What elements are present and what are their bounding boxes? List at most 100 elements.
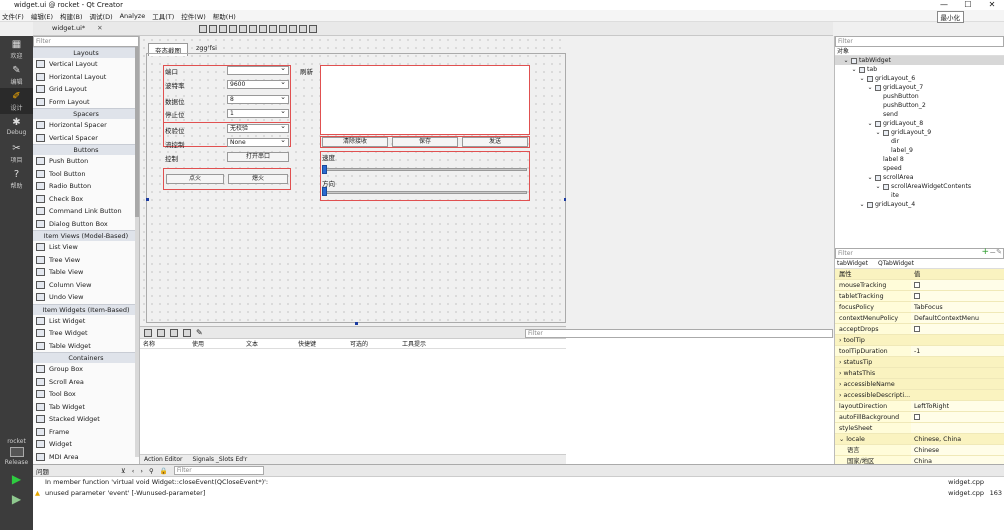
property-value[interactable]: Chinese <box>911 445 1004 455</box>
widget-category[interactable]: Containers <box>33 352 139 363</box>
speed-slider-handle[interactable] <box>322 165 327 174</box>
property-value[interactable]: DefaultContextMenu <box>911 313 1004 323</box>
menu-build[interactable]: 构建(B) <box>60 11 83 21</box>
widget-item[interactable]: Horizontal Layout <box>33 71 139 84</box>
widget-category[interactable]: Buttons <box>33 144 139 155</box>
parity-combo[interactable]: 无校验 <box>227 123 289 133</box>
adjust-size-icon[interactable] <box>309 24 317 33</box>
flow-combo[interactable]: None <box>227 137 289 147</box>
mode-design[interactable]: ✐ 设计 <box>0 88 33 114</box>
property-row[interactable]: autoFillBackground <box>835 412 1004 423</box>
widget-item[interactable]: Undo View <box>33 291 139 304</box>
object-tree-item[interactable]: ite <box>835 191 1004 200</box>
menu-debug[interactable]: 调试(D) <box>90 11 113 21</box>
add-property-icon[interactable]: + <box>981 248 989 257</box>
new-action-icon[interactable] <box>144 328 152 337</box>
property-value[interactable] <box>911 423 1004 433</box>
widget-item[interactable]: Table View <box>33 266 139 279</box>
save-button[interactable]: 保存 <box>392 137 458 147</box>
expand-arrow-icon[interactable]: ⌄ <box>859 200 865 209</box>
col-tooltip[interactable]: 工具提示 <box>402 339 462 348</box>
menu-edit[interactable]: 编辑(E) <box>31 11 53 21</box>
property-row[interactable]: toolTipDuration -1 <box>835 346 1004 357</box>
property-value[interactable] <box>911 368 1004 378</box>
send-button[interactable]: 发送 <box>462 137 528 147</box>
widget-item[interactable]: Vertical Layout <box>33 58 139 71</box>
minimize-button[interactable]: — <box>932 0 956 10</box>
open-port-button[interactable]: 打开串口 <box>227 152 289 162</box>
prev-issue-icon[interactable]: ‹ <box>132 467 135 475</box>
col-text[interactable]: 文本 <box>246 339 298 348</box>
expand-arrow-icon[interactable]: ⌄ <box>859 74 865 83</box>
kit-selector[interactable]: rocket Release ▶ ▶ <box>0 436 33 506</box>
object-tree-item[interactable]: ⌄ gridLayout_9 <box>835 128 1004 137</box>
object-tree-item[interactable]: speed <box>835 164 1004 173</box>
property-row[interactable]: tabletTracking <box>835 291 1004 302</box>
widget-item[interactable]: Stacked Widget <box>33 413 139 426</box>
widget-item[interactable]: Widget <box>33 438 139 451</box>
menu-help[interactable]: 帮助(H) <box>213 11 236 21</box>
widget-item[interactable]: Table Widget <box>33 340 139 353</box>
widget-item[interactable]: MDI Area <box>33 451 139 464</box>
widget-item[interactable]: Scroll Area <box>33 376 139 389</box>
widget-item[interactable]: Dialog Button Box <box>33 218 139 231</box>
filter-issues-icon[interactable]: ⚲ <box>149 467 154 475</box>
issues-filter-input[interactable]: Filter <box>173 466 264 475</box>
issue-row[interactable]: ▲ unused parameter 'event' [-Wunused-par… <box>33 488 1004 499</box>
property-checkbox[interactable] <box>914 293 920 299</box>
layout-form-icon[interactable] <box>279 24 287 33</box>
refresh-button[interactable]: 刷新 <box>300 66 313 76</box>
object-tree-item[interactable]: ⌄ scrollAreaWidgetContents <box>835 182 1004 191</box>
mode-help[interactable]: ? 帮助 <box>0 166 33 192</box>
property-row[interactable]: layoutDirection LeftToRight <box>835 401 1004 412</box>
object-tree-item[interactable]: dir <box>835 137 1004 146</box>
action-filter-input[interactable]: Filter <box>525 329 833 338</box>
widget-item[interactable]: Tree Widget <box>33 327 139 340</box>
paste-action-icon[interactable] <box>170 328 178 337</box>
widget-item[interactable]: Grid Layout <box>33 83 139 96</box>
stopbits-combo[interactable]: 1 <box>227 108 289 118</box>
property-value[interactable]: -1 <box>911 346 1004 356</box>
widget-item[interactable]: Form Layout <box>33 96 139 109</box>
menu-controls[interactable]: 控件(W) <box>181 11 206 21</box>
widget-item[interactable]: Command Link Button <box>33 205 139 218</box>
property-checkbox[interactable] <box>914 282 920 288</box>
object-tree-item[interactable]: ⌄ scrollArea <box>835 173 1004 182</box>
col-shortcut[interactable]: 快捷键 <box>298 339 350 348</box>
lock-icon[interactable]: 🔒 <box>160 467 168 475</box>
direction-slider-handle[interactable] <box>322 187 327 196</box>
expand-arrow-icon[interactable]: ⌄ <box>867 83 873 92</box>
run-icon[interactable]: ▶ <box>0 472 33 486</box>
widget-item[interactable]: Check Box <box>33 193 139 206</box>
issue-row[interactable]: In member function 'virtual void Widget:… <box>33 477 1004 488</box>
widget-item[interactable]: Tab Widget <box>33 401 139 414</box>
property-value[interactable] <box>911 412 1004 422</box>
widget-category[interactable]: Layouts <box>33 47 139 58</box>
mode-projects[interactable]: ✂ 项目 <box>0 140 33 166</box>
property-row[interactable]: › toolTip <box>835 335 1004 346</box>
object-tree-item[interactable]: ⌄ gridLayout_8 <box>835 119 1004 128</box>
property-value[interactable]: TabFocus <box>911 302 1004 312</box>
object-tree-item[interactable]: ⌄ gridLayout_4 <box>835 200 1004 209</box>
object-tree-item[interactable]: pushButton_2 <box>835 101 1004 110</box>
next-issue-icon[interactable]: › <box>140 467 143 475</box>
col-used[interactable]: 使用 <box>192 339 246 348</box>
widget-category[interactable]: Item Views (Model-Based) <box>33 230 139 241</box>
receive-text-edit[interactable] <box>320 65 530 135</box>
copy-action-icon[interactable] <box>157 328 165 337</box>
widget-item[interactable]: List View <box>33 241 139 254</box>
form-canvas[interactable]: 夯态截图 zgg'fsi 端口 波特率 9600 数据位 8 停止位 1 校验位… <box>140 36 567 326</box>
speed-slider[interactable] <box>323 168 527 171</box>
object-tree-item[interactable]: label 8 <box>835 155 1004 164</box>
property-value[interactable]: LeftToRight <box>911 401 1004 411</box>
property-row[interactable]: 语言 Chinese <box>835 445 1004 456</box>
property-value[interactable] <box>911 379 1004 389</box>
ignite-button[interactable]: 点火 <box>166 174 224 184</box>
property-row[interactable]: styleSheet <box>835 423 1004 434</box>
property-value[interactable] <box>911 280 1004 290</box>
property-value[interactable] <box>911 324 1004 334</box>
property-row[interactable]: mouseTracking <box>835 280 1004 291</box>
property-row[interactable]: acceptDrops <box>835 324 1004 335</box>
layout-vertical-icon[interactable] <box>249 24 257 33</box>
menu-analyze[interactable]: Analyze <box>120 12 146 20</box>
